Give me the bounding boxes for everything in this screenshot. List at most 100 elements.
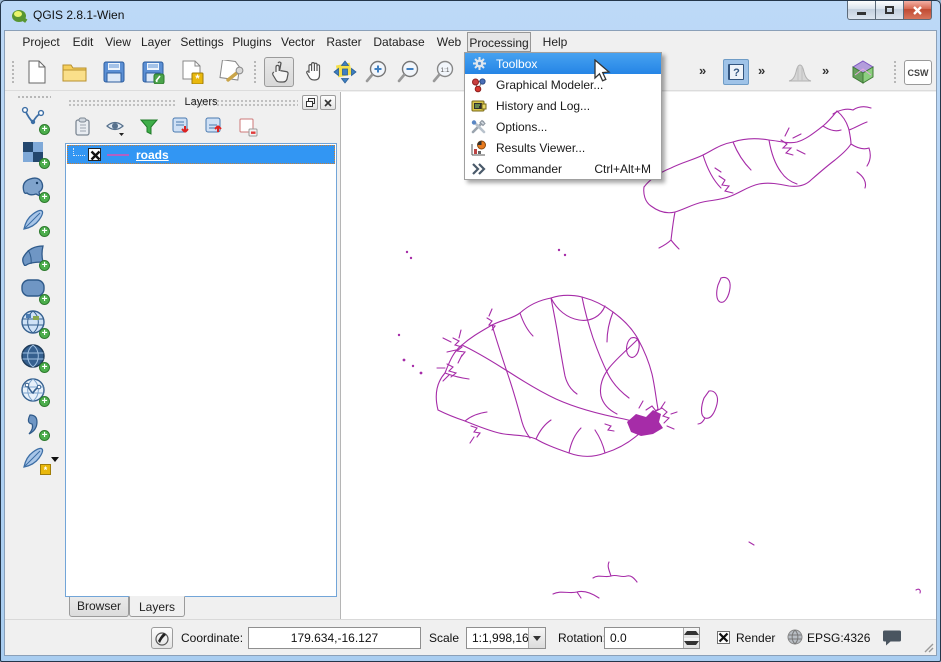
menu-database[interactable]: Database — [369, 32, 429, 52]
layers-panel-title: Layers — [64, 96, 338, 108]
open-project-button[interactable] — [60, 57, 90, 87]
rotation-spinbox[interactable]: 0.0 — [604, 627, 700, 649]
save-project-button[interactable] — [99, 57, 129, 87]
combo-dropdown-button[interactable] — [528, 628, 545, 648]
pan-to-selection-button[interactable] — [330, 57, 360, 87]
menu-project[interactable]: Project — [17, 32, 65, 52]
layer-row-roads[interactable]: roads — [67, 145, 335, 164]
layer-tree[interactable]: roads — [65, 143, 337, 597]
menu-edit[interactable]: Edit — [66, 32, 100, 52]
add-wms-layer-button[interactable]: + — [17, 306, 49, 338]
toolbar-overflow-chevron[interactable]: » — [699, 63, 704, 78]
double-chevron-icon — [468, 162, 490, 176]
menu-item-results-viewer[interactable]: Results Viewer... — [465, 137, 661, 158]
chevron-down-icon[interactable] — [51, 457, 59, 462]
gear-icon — [468, 56, 490, 71]
menu-item-history-log[interactable]: History and Log... — [465, 95, 661, 116]
tab-browser[interactable]: Browser — [69, 597, 129, 617]
toolbar-handle[interactable] — [253, 60, 258, 84]
touch-zoom-pan-button[interactable] — [264, 57, 294, 87]
grass-tools-button[interactable] — [848, 57, 878, 87]
menu-web[interactable]: Web — [432, 32, 466, 52]
layers-panel-titlebar[interactable]: Layers — [64, 94, 338, 111]
add-postgis-layer-button[interactable]: + — [17, 170, 49, 202]
spin-down-button[interactable] — [684, 638, 699, 648]
layer-name[interactable]: roads — [136, 148, 169, 162]
eye-icon — [105, 118, 127, 136]
expand-all-button[interactable] — [169, 115, 195, 139]
save-icon — [102, 60, 126, 84]
tab-layers[interactable]: Layers — [129, 596, 185, 617]
toolbar-overflow-chevron[interactable]: » — [758, 63, 763, 78]
toolbar-handle[interactable] — [17, 95, 51, 100]
help-button[interactable]: ? — [723, 59, 749, 85]
rotation-value: 0.0 — [610, 631, 627, 645]
help-icon: ? — [726, 62, 746, 82]
options-tools-icon — [468, 119, 490, 135]
zoom-out-icon — [396, 59, 422, 85]
add-group-button[interactable] — [70, 115, 96, 139]
zoom-out-button[interactable] — [394, 57, 424, 87]
coordinate-label: Coordinate: — [181, 631, 243, 645]
csw-button[interactable]: CSW — [904, 60, 932, 85]
add-mssql-layer-button[interactable]: + — [17, 238, 49, 270]
crs-status[interactable]: EPSG:4326 — [807, 631, 870, 645]
add-spatialite-layer-button[interactable]: + — [17, 204, 49, 236]
new-composer-button[interactable]: * — [177, 57, 207, 87]
toolbar-handle[interactable] — [11, 60, 16, 84]
add-wfs-layer-button[interactable]: + — [17, 374, 49, 406]
menu-processing[interactable]: Processing — [467, 32, 531, 52]
scale-combobox[interactable]: 1:1,998,165 — [466, 627, 546, 649]
close-panel-button[interactable] — [320, 95, 336, 110]
maximize-button[interactable] — [875, 1, 904, 20]
menu-item-label: Toolbox — [496, 57, 537, 71]
tracking-button[interactable] — [151, 627, 173, 649]
composer-manager-button[interactable] — [216, 57, 246, 87]
menu-raster[interactable]: Raster — [322, 32, 366, 52]
save-project-as-button[interactable] — [138, 57, 168, 87]
qgis-window: QGIS 2.8.1-Wien Project Edit View Layer … — [0, 0, 941, 662]
menu-item-graphical-modeler[interactable]: Graphical Modeler... — [465, 74, 661, 95]
toolbar-handle[interactable] — [893, 60, 898, 84]
manage-visibility-button[interactable] — [103, 115, 129, 139]
filter-legend-button[interactable] — [136, 115, 162, 139]
menu-item-options[interactable]: Options... — [465, 116, 661, 137]
zoom-in-button[interactable] — [362, 57, 392, 87]
add-raster-layer-button[interactable]: + — [17, 136, 49, 168]
menu-item-label: History and Log... — [496, 99, 590, 113]
menu-settings[interactable]: Settings — [176, 32, 228, 52]
resize-grip[interactable] — [922, 641, 934, 653]
new-project-icon — [26, 60, 48, 84]
layer-visibility-checkbox[interactable] — [88, 148, 101, 161]
log-messages-bubble-icon[interactable] — [881, 630, 903, 647]
window-title: QGIS 2.8.1-Wien — [33, 8, 124, 22]
menu-vector[interactable]: Vector — [277, 32, 319, 52]
menu-plugins[interactable]: Plugins — [229, 32, 275, 52]
zoom-native-button[interactable]: 1:1 — [429, 57, 459, 87]
minimize-button[interactable] — [847, 1, 876, 20]
toolbar-overflow-chevron[interactable]: » — [822, 63, 827, 78]
title-bar[interactable]: QGIS 2.8.1-Wien — [1, 1, 940, 30]
histogram-button-disabled[interactable] — [785, 57, 815, 87]
add-oracle-layer-button[interactable]: + — [17, 272, 49, 304]
coordinate-input[interactable]: 179.634,-16.127 — [248, 627, 421, 649]
spinner-buttons[interactable] — [683, 628, 699, 648]
menu-view[interactable]: View — [99, 32, 137, 52]
add-delimited-text-layer-button[interactable]: + — [17, 408, 49, 440]
menu-help[interactable]: Help — [537, 32, 573, 52]
spin-up-button[interactable] — [684, 628, 699, 638]
add-vector-layer-button[interactable]: + — [17, 102, 49, 134]
close-button[interactable] — [903, 1, 932, 20]
pan-map-button[interactable] — [299, 57, 329, 87]
render-checkbox[interactable] — [717, 631, 730, 644]
menu-layer[interactable]: Layer — [136, 32, 176, 52]
menu-item-toolbox[interactable]: Toolbox — [465, 53, 661, 74]
add-wcs-layer-button[interactable]: + — [17, 340, 49, 372]
menu-item-commander[interactable]: Commander Ctrl+Alt+M — [465, 158, 661, 179]
new-project-button[interactable] — [22, 57, 52, 87]
remove-layer-button[interactable] — [235, 115, 261, 139]
new-shapefile-layer-button[interactable]: * — [17, 442, 49, 474]
collapse-all-button[interactable] — [202, 115, 228, 139]
mouse-cursor — [592, 59, 612, 83]
float-panel-button[interactable] — [302, 95, 318, 110]
